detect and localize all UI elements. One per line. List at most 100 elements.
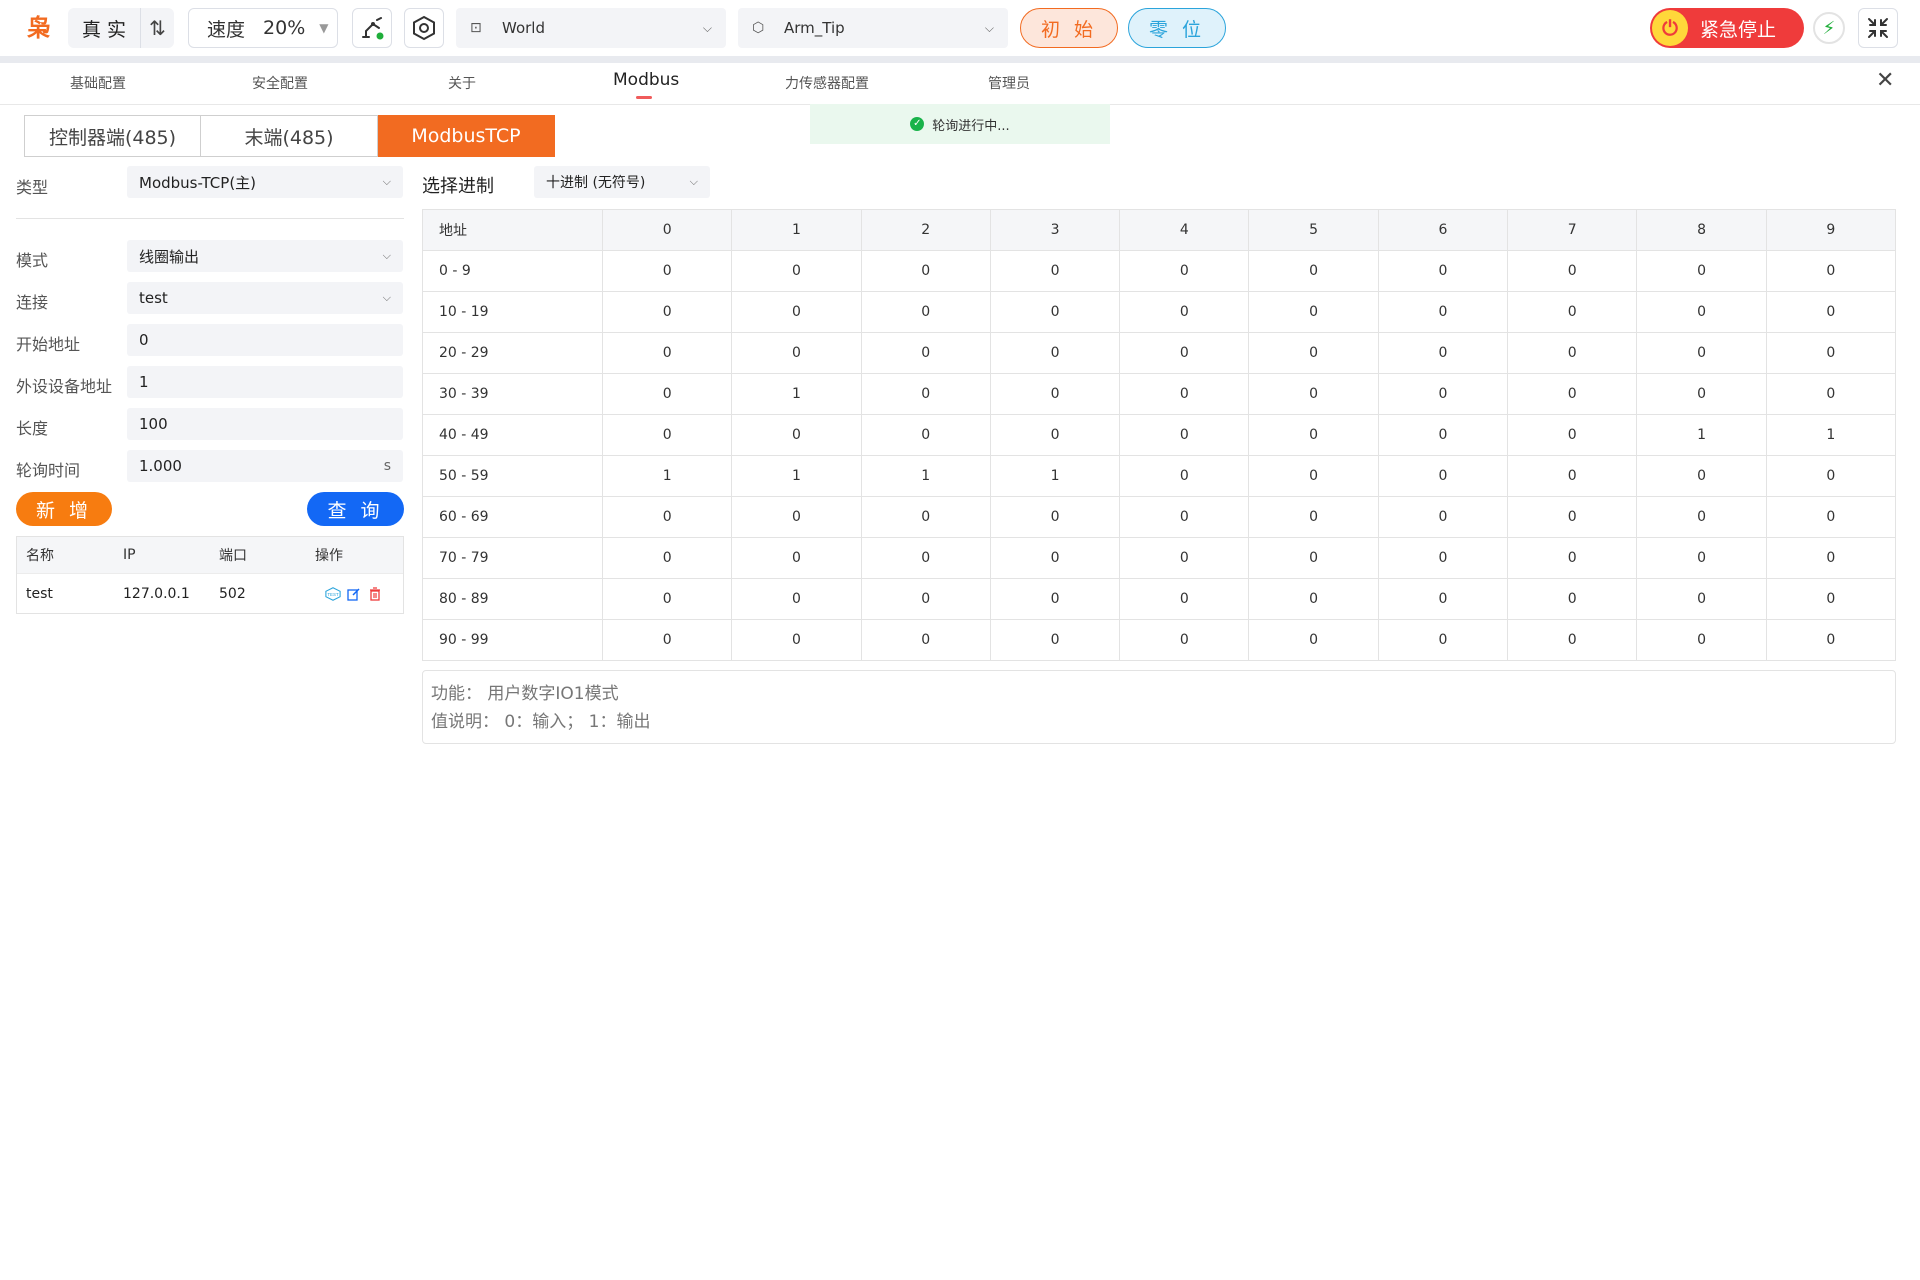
register-value-cell[interactable]: 0 xyxy=(989,250,1121,292)
register-value-cell[interactable]: 0 xyxy=(1119,537,1250,579)
register-value-cell[interactable]: 0 xyxy=(860,373,991,415)
register-value-cell[interactable]: 0 xyxy=(1377,619,1509,661)
register-value-cell[interactable]: 0 xyxy=(731,414,862,456)
register-value-cell[interactable]: 0 xyxy=(1765,619,1897,661)
register-value-cell[interactable]: 0 xyxy=(1377,414,1509,456)
table-row[interactable]: test 127.0.0.1 502 TEST xyxy=(17,573,403,613)
register-value-cell[interactable]: 0 xyxy=(989,332,1121,374)
register-value-cell[interactable]: 0 xyxy=(1765,250,1897,292)
register-value-cell[interactable]: 0 xyxy=(1507,537,1638,579)
poll-interval-input[interactable]: 1.000 s xyxy=(127,450,403,482)
add-button[interactable]: 新 增 xyxy=(16,492,112,526)
init-button[interactable]: 初 始 xyxy=(1020,8,1118,48)
register-value-cell[interactable]: 0 xyxy=(601,414,733,456)
robot-arm-button[interactable] xyxy=(352,8,392,48)
register-value-cell[interactable]: 0 xyxy=(989,291,1121,333)
register-value-cell[interactable]: 0 xyxy=(860,496,991,538)
register-value-cell[interactable]: 0 xyxy=(1248,291,1379,333)
register-value-cell[interactable]: 0 xyxy=(989,373,1121,415)
register-value-cell[interactable]: 0 xyxy=(989,537,1121,579)
register-value-cell[interactable]: 0 xyxy=(989,578,1121,620)
register-value-cell[interactable]: 0 xyxy=(1377,496,1509,538)
register-value-cell[interactable]: 0 xyxy=(1248,496,1379,538)
tab-basic-config[interactable]: 基础配置 xyxy=(70,73,126,93)
delete-icon[interactable] xyxy=(367,586,383,602)
test-connection-icon[interactable]: TEST xyxy=(325,586,341,602)
subtab-controller-485[interactable]: 控制器端(485) xyxy=(24,115,201,157)
register-value-cell[interactable]: 0 xyxy=(601,373,733,415)
number-base-select[interactable]: 十进制 (无符号) ⌵ xyxy=(534,166,710,198)
register-value-cell[interactable]: 0 xyxy=(731,332,862,374)
register-value-cell[interactable]: 0 xyxy=(601,537,733,579)
settings-button[interactable] xyxy=(404,8,444,48)
register-value-cell[interactable]: 1 xyxy=(1636,414,1767,456)
register-value-cell[interactable]: 0 xyxy=(1765,496,1897,538)
register-value-cell[interactable]: 1 xyxy=(731,373,862,415)
register-value-cell[interactable]: 0 xyxy=(601,250,733,292)
register-value-cell[interactable]: 0 xyxy=(1636,578,1767,620)
zero-position-button[interactable]: 零 位 xyxy=(1128,8,1226,48)
close-icon[interactable]: ✕ xyxy=(1876,68,1894,93)
collapse-button[interactable] xyxy=(1858,8,1898,48)
subtab-modbus-tcp[interactable]: ModbusTCP xyxy=(378,115,555,157)
register-value-cell[interactable]: 0 xyxy=(1377,455,1509,497)
register-value-cell[interactable]: 0 xyxy=(1248,455,1379,497)
register-value-cell[interactable]: 0 xyxy=(1636,250,1767,292)
register-value-cell[interactable]: 0 xyxy=(1636,291,1767,333)
register-value-cell[interactable]: 1 xyxy=(601,455,733,497)
register-value-cell[interactable]: 0 xyxy=(1377,291,1509,333)
register-value-cell[interactable]: 0 xyxy=(1765,373,1897,415)
register-value-cell[interactable]: 0 xyxy=(1636,496,1767,538)
register-value-cell[interactable]: 0 xyxy=(860,619,991,661)
register-value-cell[interactable]: 0 xyxy=(989,619,1121,661)
edit-icon[interactable] xyxy=(346,586,362,602)
register-value-cell[interactable]: 0 xyxy=(1248,414,1379,456)
register-value-cell[interactable]: 0 xyxy=(1507,619,1638,661)
register-value-cell[interactable]: 0 xyxy=(1636,373,1767,415)
tab-safety-config[interactable]: 安全配置 xyxy=(252,73,308,93)
tab-modbus[interactable]: Modbus xyxy=(613,70,679,90)
register-value-cell[interactable]: 0 xyxy=(1507,291,1638,333)
register-value-cell[interactable]: 0 xyxy=(1507,373,1638,415)
register-value-cell[interactable]: 0 xyxy=(1507,455,1638,497)
register-value-cell[interactable]: 0 xyxy=(731,250,862,292)
register-value-cell[interactable]: 0 xyxy=(1119,455,1250,497)
register-value-cell[interactable]: 1 xyxy=(731,455,862,497)
register-value-cell[interactable]: 0 xyxy=(1119,619,1250,661)
register-value-cell[interactable]: 1 xyxy=(1765,414,1897,456)
coordinate-frame-select[interactable]: ⊡ World ⌵ xyxy=(456,8,726,48)
speed-select[interactable]: 速度 20% ▼ xyxy=(188,8,338,48)
register-value-cell[interactable]: 0 xyxy=(860,291,991,333)
register-value-cell[interactable]: 0 xyxy=(1248,578,1379,620)
register-value-cell[interactable]: 0 xyxy=(1119,578,1250,620)
register-value-cell[interactable]: 0 xyxy=(1507,250,1638,292)
register-value-cell[interactable]: 0 xyxy=(1377,537,1509,579)
register-value-cell[interactable]: 0 xyxy=(1248,250,1379,292)
length-input[interactable]: 100 xyxy=(127,408,403,440)
register-value-cell[interactable]: 0 xyxy=(1507,332,1638,374)
register-value-cell[interactable]: 0 xyxy=(989,496,1121,538)
register-value-cell[interactable]: 0 xyxy=(1507,414,1638,456)
register-value-cell[interactable]: 0 xyxy=(1119,373,1250,415)
register-value-cell[interactable]: 0 xyxy=(731,578,862,620)
tab-about[interactable]: 关于 xyxy=(448,73,476,93)
tool-frame-select[interactable]: ⬡ Arm_Tip ⌵ xyxy=(738,8,1008,48)
register-value-cell[interactable]: 0 xyxy=(1377,332,1509,374)
device-address-input[interactable]: 1 xyxy=(127,366,403,398)
register-value-cell[interactable]: 0 xyxy=(1377,578,1509,620)
register-value-cell[interactable]: 0 xyxy=(1248,619,1379,661)
register-value-cell[interactable]: 0 xyxy=(731,537,862,579)
register-value-cell[interactable]: 0 xyxy=(1636,455,1767,497)
register-value-cell[interactable]: 0 xyxy=(1765,537,1897,579)
register-value-cell[interactable]: 1 xyxy=(860,455,991,497)
register-value-cell[interactable]: 0 xyxy=(1636,619,1767,661)
register-value-cell[interactable]: 0 xyxy=(601,332,733,374)
register-value-cell[interactable]: 0 xyxy=(731,619,862,661)
register-value-cell[interactable]: 0 xyxy=(1765,455,1897,497)
register-value-cell[interactable]: 0 xyxy=(601,578,733,620)
query-button[interactable]: 查 询 xyxy=(307,492,404,526)
register-value-cell[interactable]: 0 xyxy=(601,496,733,538)
register-value-cell[interactable]: 0 xyxy=(1377,250,1509,292)
register-value-cell[interactable]: 0 xyxy=(1248,373,1379,415)
register-value-cell[interactable]: 0 xyxy=(1248,332,1379,374)
